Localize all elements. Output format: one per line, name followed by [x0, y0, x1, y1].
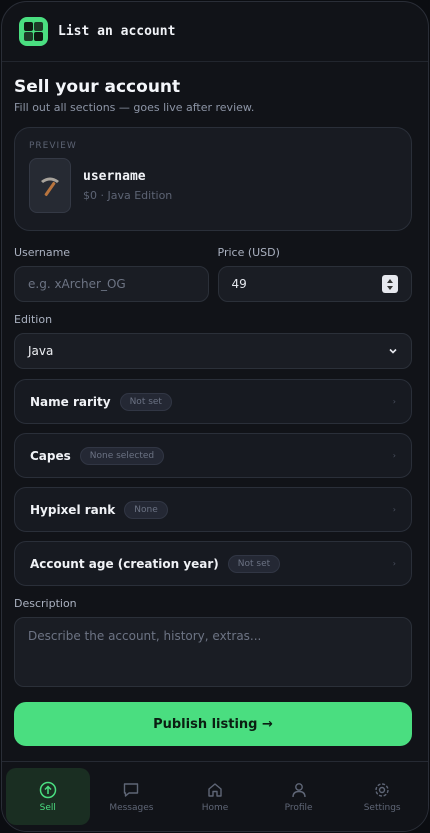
- nav-label: Messages: [109, 802, 154, 813]
- app-title: List an account: [58, 24, 176, 39]
- publish-button[interactable]: Publish listing →: [14, 702, 412, 746]
- chevron-right-icon: ›: [392, 505, 396, 514]
- preview-username: username: [83, 169, 146, 184]
- section-name-rarity[interactable]: Name rarity Not set ›: [14, 379, 412, 424]
- nav-item-profile[interactable]: Profile: [257, 768, 341, 825]
- nav-item-home[interactable]: Home: [173, 768, 257, 825]
- preview-card: PREVIEW username $0 · Java Edition: [14, 127, 412, 231]
- grid-logo-icon: [19, 17, 48, 46]
- preview-text: username $0 · Java Edition: [83, 169, 172, 202]
- status-badge: Not set: [119, 392, 172, 411]
- description-textarea[interactable]: Describe the account, history, extras...: [14, 617, 412, 687]
- edition-label: Edition: [14, 313, 53, 326]
- price-group: Price (USD) 49: [217, 246, 412, 302]
- section-title: Name rarity: [30, 394, 111, 409]
- section-title: Hypixel rank: [30, 502, 116, 517]
- nav-label: Home: [201, 802, 229, 813]
- nav-item-sell[interactable]: Sell: [6, 768, 90, 825]
- price-label: Price (USD): [217, 246, 280, 259]
- preview-row: username $0 · Java Edition: [29, 158, 397, 213]
- edition-group: Edition Java: [14, 313, 412, 369]
- price-value: 49: [231, 277, 247, 291]
- username-label: Username: [14, 246, 71, 259]
- arrow-up-circle-icon: [39, 781, 57, 798]
- chevron-right-icon: ›: [392, 451, 396, 460]
- section-account-age[interactable]: Account age (creation year) Not set ›: [14, 541, 412, 586]
- username-input[interactable]: e.g. xArcher_OG: [14, 266, 209, 302]
- status-badge: None: [124, 500, 168, 519]
- bottom-nav: Sell Messages Home Profile Settings: [2, 761, 428, 831]
- page-subtitle: Fill out all sections — goes live after …: [14, 101, 255, 114]
- price-stepper[interactable]: [382, 275, 398, 293]
- gear-icon: [375, 782, 389, 797]
- home-icon: [208, 782, 222, 797]
- section-title: Capes: [30, 448, 71, 463]
- section-capes[interactable]: Capes None selected ›: [14, 433, 412, 478]
- username-price-row: Username e.g. xArcher_OG Price (USD) 49: [14, 246, 412, 302]
- page-title: Sell your account: [14, 77, 181, 97]
- status-badge: None selected: [79, 446, 165, 465]
- nav-item-settings[interactable]: Settings: [340, 768, 424, 825]
- nav-label: Profile: [284, 802, 313, 813]
- section-hypixel-rank[interactable]: Hypixel rank None ›: [14, 487, 412, 532]
- chevron-right-icon: ›: [392, 397, 396, 406]
- main-content: Sell your account Fill out all sections …: [2, 77, 428, 746]
- section-title: Account age (creation year): [30, 556, 219, 571]
- price-input[interactable]: 49: [217, 266, 412, 302]
- chevron-down-icon: [389, 348, 397, 354]
- person-icon: [291, 782, 306, 797]
- chat-bubble-icon: [124, 782, 139, 797]
- description-label: Description: [14, 597, 77, 610]
- edition-value: Java: [28, 344, 54, 358]
- chevron-right-icon: ›: [392, 559, 396, 568]
- username-group: Username e.g. xArcher_OG: [14, 246, 209, 302]
- nav-item-messages[interactable]: Messages: [90, 768, 174, 825]
- status-badge: Not set: [227, 554, 281, 573]
- preview-meta: $0 · Java Edition: [83, 189, 173, 202]
- pickaxe-icon: [29, 158, 71, 213]
- nav-label: Sell: [39, 802, 56, 813]
- phone-frame: List an account Sell your account Fill o…: [1, 1, 429, 832]
- top-bar: List an account: [2, 2, 428, 62]
- nav-label: Settings: [363, 802, 401, 813]
- preview-tag: PREVIEW: [29, 141, 77, 151]
- sections-list: Name rarity Not set › Capes None selecte…: [14, 379, 412, 586]
- edition-select[interactable]: Java: [14, 333, 412, 369]
